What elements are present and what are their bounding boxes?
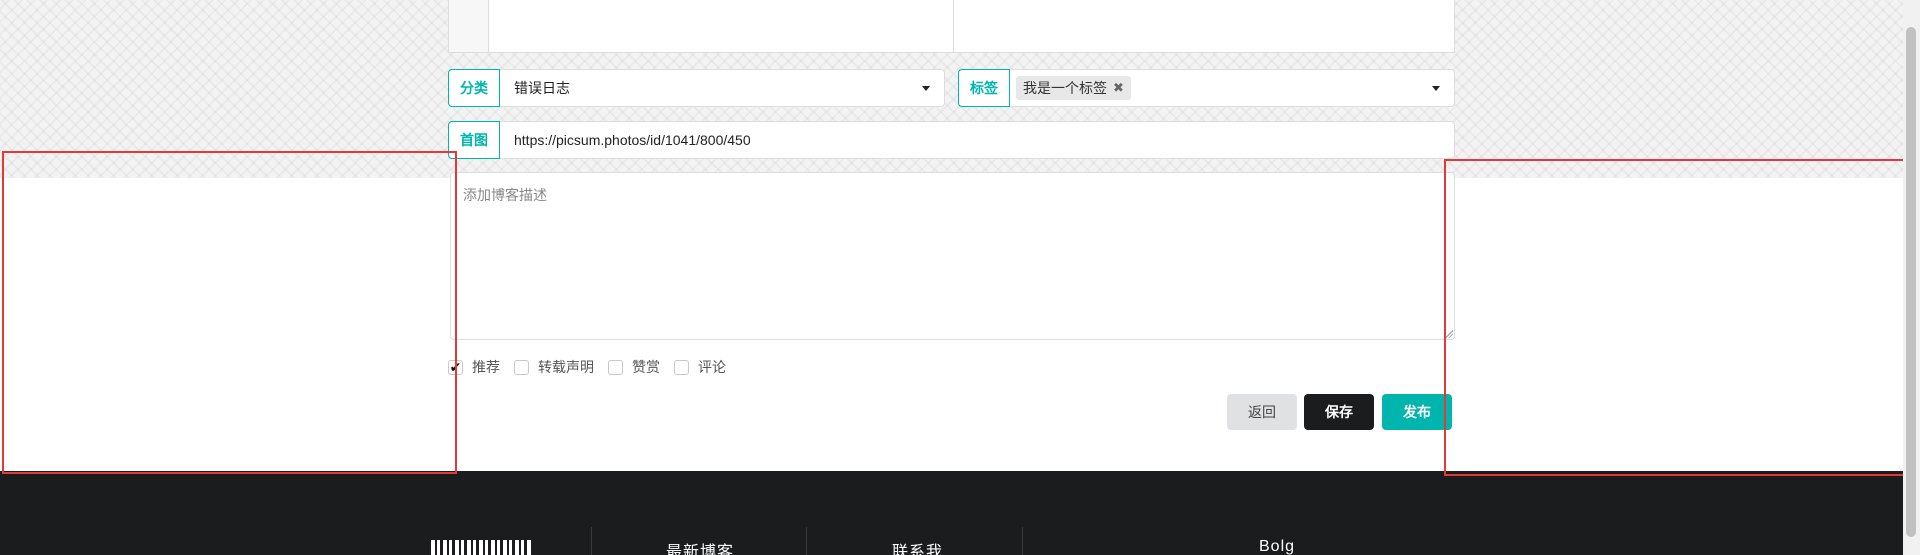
description-placeholder: 添加博客描述	[463, 187, 547, 203]
footer-heading-contact: 联系我	[892, 544, 944, 555]
option-appreciation[interactable]: 赞赏	[608, 357, 660, 377]
option-appreciation-label: 赞赏	[632, 359, 660, 375]
option-comment-label: 评论	[698, 359, 726, 375]
markdown-editor[interactable]	[448, 0, 1455, 53]
tag-chip: 我是一个标签 ✖	[1016, 76, 1131, 100]
checkbox-repost-statement[interactable]	[514, 359, 529, 375]
chevron-down-icon	[1432, 86, 1440, 91]
vertical-scrollbar[interactable]	[1903, 0, 1920, 555]
category-dropdown[interactable]: 错误日志	[500, 69, 945, 107]
tags-dropdown[interactable]: 我是一个标签 ✖	[1010, 69, 1455, 107]
description-textarea[interactable]: 添加博客描述	[450, 172, 1455, 340]
tags-field: 标签 我是一个标签 ✖	[958, 69, 1455, 107]
scrollbar-thumb[interactable]	[1906, 27, 1916, 537]
option-comment[interactable]: 评论	[674, 357, 726, 377]
option-repost-statement-label: 转载声明	[538, 359, 594, 375]
cover-image-field: 首图 https://picsum.photos/id/1041/800/450	[448, 121, 1455, 159]
editor-preview-divider	[953, 0, 954, 52]
footer-heading-blog: Bolg	[1259, 538, 1296, 555]
footer-heading-latest-blogs: 最新博客	[666, 544, 735, 555]
footer-divider	[806, 527, 807, 555]
back-button[interactable]: 返回	[1227, 394, 1297, 430]
checkbox-appreciation[interactable]	[608, 359, 623, 375]
checkbox-comment[interactable]	[674, 359, 689, 375]
footer-divider	[591, 527, 592, 555]
close-icon[interactable]: ✖	[1113, 80, 1124, 96]
options-row: ✔ 推荐 转载声明 赞赏 评论	[448, 357, 740, 377]
blog-editor-page: 分类 错误日志 标签 我是一个标签 ✖ 首图 https://picsum.ph…	[0, 0, 1920, 555]
site-footer	[0, 471, 1920, 555]
option-recommend-label: 推荐	[472, 359, 500, 375]
chevron-down-icon	[922, 86, 930, 91]
cover-image-url: https://picsum.photos/id/1041/800/450	[514, 132, 751, 148]
category-label: 分类	[448, 69, 500, 107]
category-selected-value: 错误日志	[514, 80, 570, 96]
option-repost-statement[interactable]: 转载声明	[514, 357, 594, 377]
footer-divider	[1022, 527, 1023, 555]
qr-code-image	[431, 540, 533, 555]
annotation-box-left	[2, 151, 457, 474]
category-field: 分类 错误日志	[448, 69, 945, 107]
editor-line-gutter	[449, 0, 489, 52]
tags-label: 标签	[958, 69, 1010, 107]
tag-chip-label: 我是一个标签	[1023, 80, 1107, 96]
cover-image-input[interactable]: https://picsum.photos/id/1041/800/450	[500, 121, 1455, 159]
save-button[interactable]: 保存	[1304, 394, 1374, 430]
publish-button[interactable]: 发布	[1382, 394, 1452, 430]
annotation-box-right	[1444, 159, 1911, 476]
